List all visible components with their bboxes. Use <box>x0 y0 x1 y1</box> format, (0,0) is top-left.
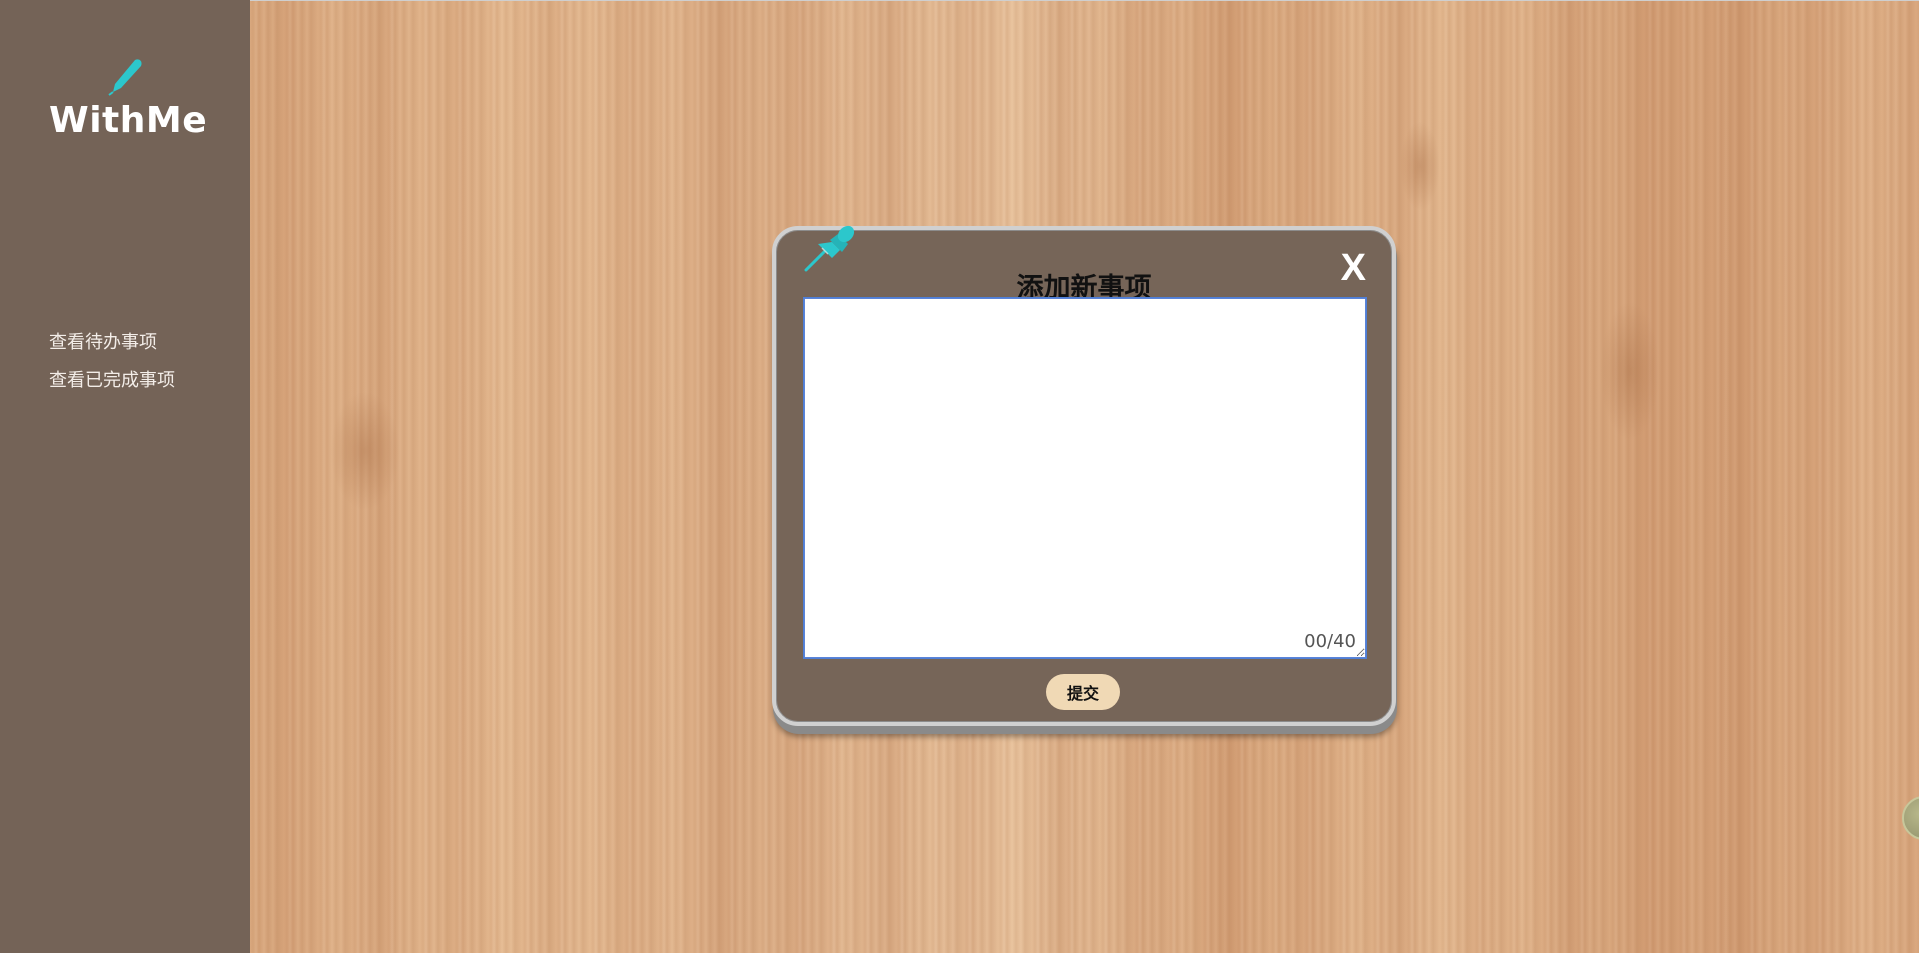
sidebar-nav: 查看待办事项 查看已完成事项 <box>49 324 175 400</box>
app-logo[interactable]: WithMe <box>49 58 219 158</box>
char-counter: 00/40 <box>1304 631 1356 652</box>
sidebar-item-todo[interactable]: 查看待办事项 <box>49 324 175 362</box>
new-item-textarea[interactable] <box>803 297 1367 659</box>
textarea-wrapper: 00/40 <box>803 297 1367 659</box>
add-item-dialog: 添加新事项 X 00/40 提交 <box>772 225 1396 726</box>
submit-button[interactable]: 提交 <box>1046 674 1120 710</box>
pen-icon <box>108 59 142 96</box>
sidebar: WithMe 查看待办事项 查看已完成事项 <box>0 0 250 953</box>
wood-knot <box>330 391 400 511</box>
sidebar-item-completed[interactable]: 查看已完成事项 <box>49 362 175 400</box>
page: WithMe 查看待办事项 查看已完成事项 添加新事项 X 00/40 提交 <box>0 0 1919 953</box>
wood-knot <box>1400 121 1440 211</box>
app-logo-text: WithMe <box>49 100 208 141</box>
close-button[interactable]: X <box>1341 246 1366 290</box>
wood-knot <box>1600 301 1660 441</box>
